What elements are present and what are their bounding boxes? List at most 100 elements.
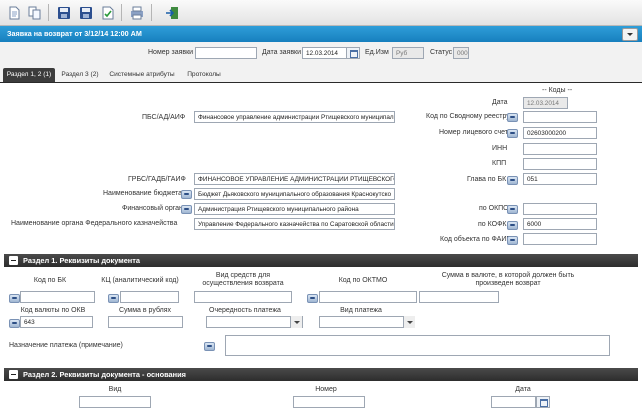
date-input[interactable]: 12.03.2014 — [523, 97, 568, 109]
calendar-icon[interactable] — [536, 396, 550, 408]
summa-rub-input[interactable] — [108, 316, 183, 328]
summa-rub-label: Сумма в рублях — [118, 307, 172, 314]
glava-input[interactable]: 051 — [523, 173, 597, 185]
ochered-select[interactable] — [206, 316, 303, 328]
naznach-input[interactable] — [225, 335, 610, 356]
lookup-icon[interactable] — [507, 236, 518, 245]
s2-vid-label: Вид — [108, 386, 122, 393]
codes-heading: -- Коды -- — [542, 87, 573, 94]
grbs-input[interactable]: ФИНАНСОВОЕ УПРАВЛЕНИЕ АДМИНИСТРАЦИИ РТИЩ… — [194, 173, 395, 185]
finorg-label: Финансовый орган — [122, 205, 183, 212]
licschet-input[interactable]: 02603000200 — [523, 127, 597, 139]
collapse-icon[interactable] — [9, 370, 18, 379]
kc-input[interactable] — [120, 291, 179, 303]
status-label: Статус — [430, 49, 453, 56]
lookup-icon[interactable] — [108, 294, 119, 303]
kofk-input[interactable]: 6000 — [523, 218, 597, 230]
lookup-icon[interactable] — [507, 176, 518, 185]
s2-nomer-input[interactable] — [293, 396, 365, 408]
chevron-down-icon[interactable] — [290, 316, 302, 328]
toolbar — [0, 0, 642, 26]
tab-razdel-1-2[interactable]: Раздел 1, 2 (1) — [3, 68, 55, 82]
faip-input[interactable] — [523, 233, 597, 245]
nomer-input[interactable] — [195, 47, 257, 59]
status-input[interactable]: 000 — [453, 47, 469, 59]
section-1-header[interactable]: Раздел 1. Реквизиты документа — [4, 254, 638, 267]
lookup-icon[interactable] — [181, 205, 192, 214]
section-2-header[interactable]: Раздел 2. Реквизиты документа - основани… — [4, 368, 638, 381]
chevron-down-icon[interactable] — [403, 316, 415, 328]
exit-icon[interactable] — [162, 3, 182, 23]
glava-label: Глава по БК — [467, 176, 507, 183]
section-1-title: Раздел 1. Реквизиты документа — [23, 256, 141, 265]
okv-input[interactable]: 643 — [20, 316, 93, 328]
edizm-input[interactable]: Руб — [392, 47, 424, 59]
vid-plat-label: Вид платежа — [340, 307, 382, 314]
data-label: Дата заявки — [262, 49, 302, 56]
save-icon[interactable] — [54, 3, 74, 23]
inn-label: ИНН — [492, 145, 508, 152]
kod-bk-label: Код по БК — [33, 277, 67, 284]
kc-label: КЦ (аналитический код) — [101, 277, 179, 284]
ochered-label: Очередность платежа — [209, 307, 281, 314]
tab-bar: Раздел 1, 2 (1) Раздел 3 (2) Системные а… — [0, 68, 642, 83]
summa-val-input[interactable] — [419, 291, 499, 303]
faip-label: Код объекта по ФАИП — [440, 236, 512, 243]
window-title-bar: Заявка на возврат от 3/12/14 12:00 AM — [0, 26, 642, 42]
vid-plat-select[interactable] — [319, 316, 415, 328]
document-header: Номер заявки Дата заявки 12.03.2014 Ед.И… — [0, 42, 642, 68]
save-as-icon[interactable] — [76, 3, 96, 23]
copy-document-icon[interactable] — [25, 3, 45, 23]
nomer-label: Номер заявки — [148, 49, 194, 56]
edizm-label: Ед.Изм — [365, 49, 389, 56]
print-icon[interactable] — [127, 3, 147, 23]
s2-nomer-label: Номер — [315, 386, 337, 393]
fk-label: Наименование органа Федерального казначе… — [11, 220, 178, 227]
lookup-icon[interactable] — [507, 113, 518, 122]
new-document-icon[interactable] — [4, 3, 24, 23]
vid-sredstv-label: Вид средств для осуществления возврата — [202, 272, 284, 287]
inn-input[interactable] — [523, 143, 597, 155]
finorg-input[interactable]: Администрация Ртищевского муниципального… — [194, 203, 395, 215]
lookup-icon[interactable] — [204, 342, 215, 351]
tab-protocols[interactable]: Протоколы — [183, 68, 225, 82]
svod-input[interactable] — [523, 111, 597, 123]
kpp-input[interactable] — [523, 158, 597, 170]
lookup-icon[interactable] — [307, 294, 318, 303]
data-input[interactable]: 12.03.2014 — [302, 47, 347, 59]
s2-data-input[interactable] — [491, 396, 536, 408]
budget-label: Наименование бюджета — [103, 190, 183, 197]
tab-system-attributes[interactable]: Системные атрибуты — [106, 68, 178, 82]
tab-razdel-3[interactable]: Раздел 3 (2) — [58, 68, 102, 82]
lookup-icon[interactable] — [507, 129, 518, 138]
okv-label: Код валюты по ОКВ — [20, 307, 86, 314]
licschet-label: Номер лицевого счета — [439, 129, 512, 136]
check-document-icon[interactable] — [98, 3, 118, 23]
window-menu-button[interactable] — [622, 28, 638, 41]
kofk-label: по КОФК — [478, 221, 507, 228]
summa-val-label: Сумма в валюте, в которой должен быть пр… — [441, 272, 575, 287]
budget-input[interactable]: Бюджет Дьяковского муниципального образо… — [194, 188, 395, 200]
s2-vid-input[interactable] — [79, 396, 151, 408]
okpo-input[interactable] — [523, 203, 597, 215]
svod-label: Код по Сводному реестру — [426, 113, 510, 120]
grbs-label: ГРБС/ГАДБ/ГАИФ — [128, 176, 186, 183]
oktmo-label: Код по ОКТМО — [338, 277, 388, 284]
pbs-label: ПБС/АД/АИФ — [142, 114, 186, 121]
s2-data-label: Дата — [515, 386, 531, 393]
window-title: Заявка на возврат от 3/12/14 12:00 AM — [7, 29, 142, 38]
lookup-icon[interactable] — [9, 319, 20, 328]
lookup-icon[interactable] — [507, 205, 518, 214]
pbs-input[interactable]: Финансовое управление администрации Ртищ… — [194, 111, 395, 123]
kod-bk-input[interactable] — [20, 291, 95, 303]
lookup-icon[interactable] — [181, 190, 192, 199]
oktmo-input[interactable] — [319, 291, 417, 303]
lookup-icon[interactable] — [9, 294, 20, 303]
naznach-label: Назначение платежа (примечание) — [9, 342, 123, 349]
collapse-icon[interactable] — [9, 256, 18, 265]
okpo-label: по ОКПО — [479, 205, 509, 212]
lookup-icon[interactable] — [507, 221, 518, 230]
fk-input[interactable]: Управление Федерального казначейства по … — [194, 218, 395, 230]
vid-sredstv-input[interactable] — [194, 291, 292, 303]
calendar-icon[interactable] — [346, 47, 360, 59]
